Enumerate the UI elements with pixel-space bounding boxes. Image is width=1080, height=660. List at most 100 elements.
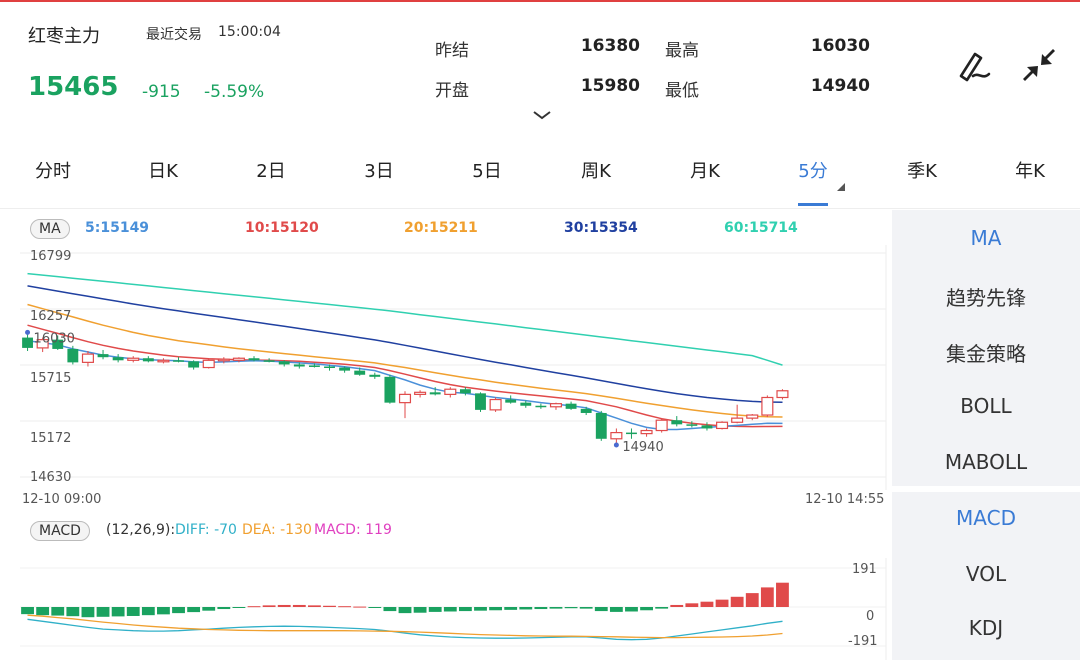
macd-bar <box>458 607 472 612</box>
high-marker-label: 16030 <box>34 331 75 346</box>
indicator-trend[interactable]: 趋势先锋 <box>892 282 1080 311</box>
tab-5day[interactable]: 5日 <box>442 150 532 194</box>
macd-bar <box>670 604 684 607</box>
candle-body <box>217 358 230 362</box>
tab-yearly[interactable]: 年K <box>985 150 1075 194</box>
candle-body <box>263 360 275 362</box>
ma-indicator-badge[interactable]: MA <box>30 219 70 239</box>
high-marker-dot <box>25 329 31 335</box>
candle-body <box>761 396 774 416</box>
indicator-macd[interactable]: MACD <box>892 506 1080 530</box>
tab-3day[interactable]: 3日 <box>334 150 424 194</box>
indicator-vol[interactable]: VOL <box>892 562 1080 586</box>
macd-chart[interactable]: 191 0 -191 <box>20 558 888 660</box>
candlestick-chart[interactable]: 16799 16257 15715 15172 14630 16030 1494… <box>20 245 888 490</box>
tab-daily[interactable]: 日K <box>118 150 208 194</box>
candle-body <box>655 419 668 432</box>
last-trade-time: 15:00:04 <box>218 24 281 40</box>
indicator-ma[interactable]: MA <box>892 226 1080 250</box>
dropdown-triangle-icon[interactable] <box>836 182 846 192</box>
y-tick-label: 14630 <box>30 470 71 485</box>
tab-quarterly[interactable]: 季K <box>877 150 967 194</box>
macd-bar <box>443 607 457 612</box>
candle-body <box>535 405 547 408</box>
candle-body <box>173 360 184 362</box>
candle-body <box>686 424 698 426</box>
candle-body <box>248 358 260 361</box>
macd-bar <box>126 607 140 616</box>
candle-body <box>414 391 427 395</box>
low-value: 14940 <box>810 76 870 96</box>
candle-body <box>444 388 457 395</box>
tab-monthly[interactable]: 月K <box>660 150 750 194</box>
macd-bar <box>141 607 155 616</box>
candle-body <box>549 403 563 408</box>
macd-bar <box>594 607 608 612</box>
period-tabs: 分时 日K 2日 3日 5日 周K 月K 5分 季K 年K <box>0 150 1080 208</box>
macd-bar <box>489 607 503 611</box>
candle-body <box>278 361 290 365</box>
candle-body <box>157 359 170 363</box>
start-time-label: 12-10 09:00 <box>22 492 102 507</box>
open-label: 开盘 <box>435 81 469 101</box>
indicator-maboll[interactable]: MABOLL <box>892 450 1080 474</box>
candle-body <box>369 374 381 377</box>
macd-indicator-badge[interactable]: MACD <box>30 521 90 541</box>
high-label: 最高 <box>665 41 699 61</box>
macd-bar <box>368 607 382 608</box>
macd-bar <box>232 607 246 608</box>
candle-body <box>324 366 335 368</box>
macd-bar <box>609 607 623 612</box>
indicator-kdj[interactable]: KDJ <box>892 616 1080 640</box>
prev-settle-label: 昨结 <box>435 41 469 61</box>
candle-body <box>308 365 320 367</box>
candle-body <box>595 412 607 439</box>
macd-bar <box>217 607 231 610</box>
macd-bar <box>81 607 95 618</box>
ma60-value: 60:15714 <box>724 220 798 236</box>
macd-y-tick: 191 <box>852 562 877 577</box>
macd-bar <box>96 607 110 617</box>
macd-bar <box>730 596 744 607</box>
draw-pen-button[interactable] <box>955 46 995 86</box>
tab-2day[interactable]: 2日 <box>226 150 316 194</box>
low-marker-label: 14940 <box>622 440 663 455</box>
indicator-fund[interactable]: 集金策略 <box>892 338 1080 367</box>
tab-intraday[interactable]: 分时 <box>8 150 98 194</box>
candle-body <box>81 353 94 363</box>
candle-body <box>142 358 154 362</box>
macd-bar <box>66 607 80 617</box>
macd-bar <box>474 607 487 611</box>
y-tick-label: 15172 <box>30 431 71 446</box>
candle-body <box>640 429 653 435</box>
tab-weekly[interactable]: 周K <box>551 150 641 194</box>
macd-y-tick: 0 <box>866 609 874 624</box>
candle-body <box>505 399 517 403</box>
shrink-button[interactable] <box>1020 46 1060 86</box>
macd-bar <box>307 605 321 607</box>
candle-body <box>339 367 351 371</box>
macd-bar <box>172 607 185 614</box>
prev-settle-value: 16380 <box>580 36 640 56</box>
macd-bar <box>655 607 669 609</box>
chevron-down-icon[interactable] <box>533 110 551 120</box>
low-label: 最低 <box>665 81 699 101</box>
ma5-value: 5:15149 <box>85 220 150 236</box>
macd-y-tick: -191 <box>848 634 878 649</box>
macd-hist-value: MACD: 119 <box>314 522 392 538</box>
indicator-boll[interactable]: BOLL <box>892 394 1080 418</box>
pen-icon <box>959 52 991 82</box>
candle-body <box>354 370 366 375</box>
active-tab-indicator <box>798 203 828 206</box>
macd-bar <box>51 607 65 616</box>
macd-bar <box>338 606 352 608</box>
macd-bar <box>247 606 261 608</box>
candle-body <box>626 432 637 435</box>
macd-bar <box>21 607 34 615</box>
candle-body <box>610 431 623 440</box>
macd-bar <box>715 599 729 607</box>
macd-bar <box>700 601 714 607</box>
macd-bar <box>111 607 125 617</box>
macd-bar <box>745 593 759 607</box>
macd-dea-value: DEA: -130 <box>242 522 312 538</box>
